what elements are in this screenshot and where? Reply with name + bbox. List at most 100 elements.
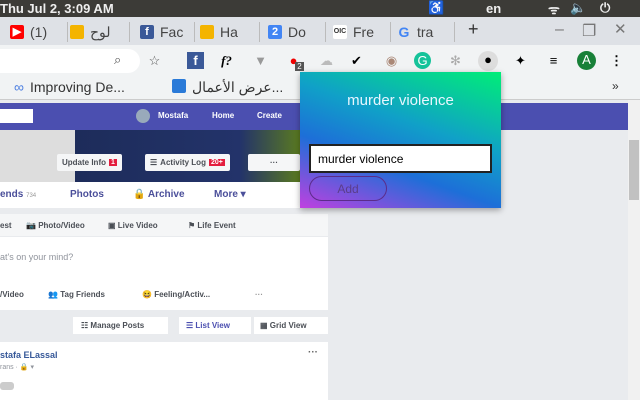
- nav-create[interactable]: Create: [257, 111, 282, 120]
- badge: 20+: [208, 159, 225, 166]
- label: Feeling/Activ...: [154, 290, 211, 299]
- minimize-button[interactable]: –: [555, 21, 564, 39]
- tab-photos[interactable]: Photos: [70, 189, 104, 200]
- volume-icon[interactable]: 🔈: [570, 0, 586, 16]
- label: List View: [195, 321, 230, 330]
- bookmark-label: عرض الأعمال...: [192, 79, 284, 95]
- feeling-button[interactable]: 😆 Feeling/Activ...: [142, 290, 210, 299]
- restore-button[interactable]: ❐: [582, 21, 596, 41]
- composer-tab[interactable]: est: [0, 221, 12, 230]
- wifi-icon[interactable]: ᯤ: [548, 0, 560, 18]
- menu-icon[interactable]: ⋮: [608, 52, 625, 69]
- label: Live Video: [117, 221, 158, 230]
- page-scrollbar[interactable]: [628, 100, 640, 400]
- freepik-icon: OIC: [333, 25, 347, 39]
- tab-title: Do: [288, 24, 306, 40]
- composer-more-button[interactable]: ···: [255, 290, 263, 299]
- clock[interactable]: Thu Jul 2, 3:09 AM: [0, 1, 114, 16]
- post: stafa ELassal rans · 🔒 ▾ ···: [0, 342, 328, 400]
- owl-extension-icon[interactable]: ◉: [383, 52, 400, 69]
- tab-webstore[interactable]: لوح: [70, 22, 130, 42]
- tab-google[interactable]: Gtra: [397, 22, 455, 42]
- extension-badge: 2: [295, 62, 304, 71]
- power-icon[interactable]: ⏻: [600, 0, 610, 16]
- gear-extension-icon[interactable]: ✻: [447, 52, 464, 69]
- checkmark-extension-icon[interactable]: ✔: [348, 52, 365, 69]
- composer-tab-live[interactable]: ▣ Live Video: [108, 221, 158, 230]
- youtube-icon: ▶: [10, 25, 24, 39]
- composer-tab-life-event[interactable]: ⚑ Life Event: [188, 221, 236, 230]
- tab-friends[interactable]: ends 734: [0, 189, 36, 200]
- tag-friends-button[interactable]: 👥 Tag Friends: [48, 290, 105, 299]
- google-icon: G: [398, 24, 410, 40]
- label: Photo/Video: [38, 221, 85, 230]
- nav-profile[interactable]: Mostafa: [158, 111, 188, 120]
- tab-strip: ▶ (1) لوح f Fac Ha 2 Do OIC Fre Gtra + – ❐ ✕: [0, 17, 640, 45]
- media-control-icon[interactable]: ≡: [545, 52, 562, 69]
- grammarly-icon[interactable]: G: [414, 52, 431, 69]
- update-info-button[interactable]: Update Info 1: [57, 154, 122, 171]
- label: Activity Log: [160, 158, 206, 167]
- bookmark-favicon-icon: [172, 79, 186, 93]
- label: Archive: [147, 189, 185, 200]
- smiley-icon: 😆: [142, 290, 152, 299]
- bookmark-label: Improving De...: [29, 79, 125, 95]
- manage-posts-button[interactable]: ☷ Manage Posts: [73, 317, 168, 334]
- tab-youtube[interactable]: ▶ (1): [10, 22, 68, 42]
- more-bookmarks-icon[interactable]: »: [612, 79, 619, 93]
- tab-title: Fac: [160, 24, 184, 40]
- composer-action-photo[interactable]: /Video: [0, 290, 24, 299]
- zoom-icon[interactable]: ⌕: [114, 52, 121, 68]
- tab-freepik[interactable]: OIC Fre: [333, 22, 391, 42]
- label: Tag Friends: [60, 290, 105, 299]
- label: Update Info: [62, 158, 106, 167]
- search-input[interactable]: [0, 109, 33, 123]
- vpn-extension-icon[interactable]: ▼: [252, 52, 269, 69]
- extension-popup: murder violence Add: [300, 72, 501, 208]
- active-extension-icon[interactable]: ●: [478, 51, 498, 71]
- system-top-bar: Thu Jul 2, 3:09 AM ♿ en ᯤ 🔈 ⏻: [0, 0, 640, 17]
- post-meta: rans · 🔒 ▾: [0, 364, 35, 371]
- avatar[interactable]: [136, 109, 150, 123]
- cloud-extension-icon[interactable]: ☁: [318, 52, 335, 69]
- profile-nav: ends 734 Photos 🔒 Archive More ▾: [0, 182, 300, 208]
- tab-webstore-2[interactable]: Ha: [200, 22, 260, 42]
- post-options-button[interactable]: ···: [308, 347, 318, 358]
- label: Life Event: [197, 221, 236, 230]
- tab-doc[interactable]: 2 Do: [268, 22, 326, 42]
- scrollbar-thumb[interactable]: [629, 140, 639, 200]
- tab-archive[interactable]: 🔒 Archive: [133, 189, 185, 200]
- bookmark-item[interactable]: عرض الأعمال...: [172, 79, 283, 96]
- tab-title: لوح: [90, 23, 111, 40]
- bookmark-star-icon[interactable]: ☆: [146, 52, 163, 69]
- keyword-input[interactable]: [309, 144, 492, 173]
- tab-title: tra: [417, 24, 434, 40]
- f-question-extension-icon[interactable]: f?: [218, 52, 235, 69]
- new-tab-button[interactable]: +: [468, 19, 479, 40]
- composer-tab-photo[interactable]: 📷 Photo/Video: [26, 221, 85, 230]
- tab-title: Ha: [220, 24, 238, 40]
- activity-log-button[interactable]: ☰ Activity Log 20+: [145, 154, 230, 171]
- adblock-extension-icon[interactable]: ● 2: [285, 52, 304, 71]
- nav-home[interactable]: Home: [212, 111, 234, 120]
- grid-view-button[interactable]: ▦ Grid View: [254, 317, 328, 334]
- accessibility-icon[interactable]: ♿: [428, 0, 444, 16]
- extensions-puzzle-icon[interactable]: ✦: [512, 52, 529, 69]
- post-author[interactable]: stafa ELassal: [0, 350, 58, 360]
- facebook-extension-icon[interactable]: f: [187, 52, 204, 69]
- language-indicator[interactable]: en: [486, 1, 501, 16]
- composer-input[interactable]: at's on your mind?: [0, 252, 73, 262]
- popup-title: murder violence: [347, 92, 454, 109]
- chrome-webstore-icon: [200, 25, 214, 39]
- add-button[interactable]: Add: [309, 176, 387, 201]
- more-options-button[interactable]: ···: [248, 154, 300, 171]
- profile-avatar[interactable]: A: [577, 51, 596, 70]
- tab-more[interactable]: More ▾: [214, 189, 246, 200]
- list-view-button[interactable]: ☰ List View: [179, 317, 251, 334]
- close-window-button[interactable]: ✕: [614, 20, 627, 38]
- facebook-icon: f: [140, 25, 154, 39]
- address-bar[interactable]: ⌕: [0, 49, 140, 73]
- bookmark-item[interactable]: ∞ Improving De...: [14, 79, 125, 95]
- tab-facebook[interactable]: f Fac: [140, 22, 195, 42]
- friends-count: 734: [26, 193, 37, 199]
